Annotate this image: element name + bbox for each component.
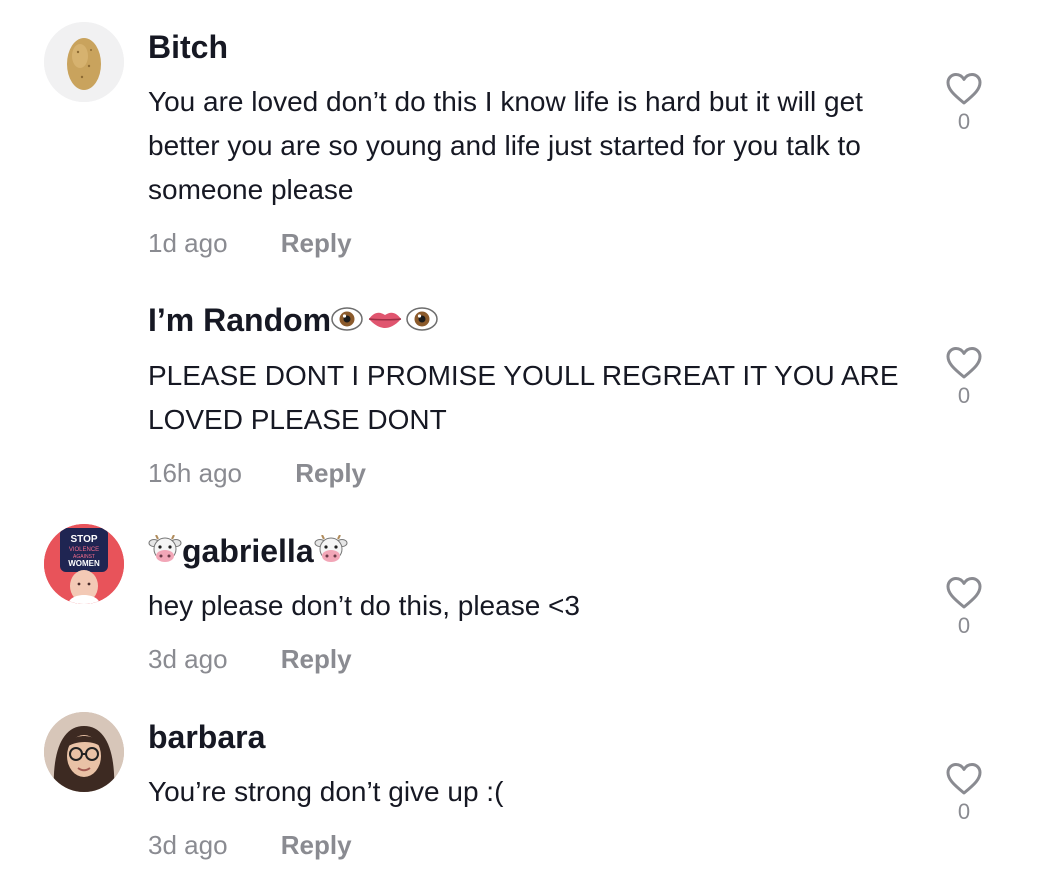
- comment-username[interactable]: barbara: [148, 717, 265, 757]
- username-text[interactable]: I’m Random: [148, 302, 331, 338]
- photo-avatar-icon: [44, 712, 124, 792]
- comment-username[interactable]: gabriella: [148, 531, 348, 574]
- heart-outline-icon[interactable]: [945, 72, 983, 106]
- username-text[interactable]: gabriella: [182, 533, 314, 569]
- reply-button[interactable]: Reply: [295, 458, 366, 488]
- potato-avatar-icon: [44, 22, 124, 102]
- comment-meta: 3d ago Reply: [148, 829, 352, 861]
- like-button[interactable]: 0: [940, 576, 988, 638]
- comment-meta: 1d ago Reply: [148, 227, 352, 259]
- stop-violence-avatar-icon: STOP VIOLENCE AGAINST WOMEN: [44, 524, 124, 604]
- avatar-text-stop: STOP: [70, 534, 97, 545]
- comment-timestamp: 3d ago: [148, 644, 228, 674]
- avatar[interactable]: [44, 22, 124, 102]
- reply-button[interactable]: Reply: [281, 644, 352, 674]
- comment-timestamp: 1d ago: [148, 228, 228, 258]
- avatar-text-women: WOMEN: [68, 559, 100, 568]
- username-text[interactable]: barbara: [148, 719, 265, 755]
- avatar[interactable]: STOP VIOLENCE AGAINST WOMEN: [44, 524, 124, 604]
- like-count: 0: [957, 109, 971, 134]
- comment-username[interactable]: I’m Random: [148, 300, 439, 343]
- comment-timestamp: 3d ago: [148, 830, 228, 860]
- comment-meta: 16h ago Reply: [148, 457, 366, 489]
- reply-button[interactable]: Reply: [281, 830, 352, 860]
- like-count: 0: [957, 799, 971, 824]
- comment-text: PLEASE DONT I PROMISE YOULL REGREAT IT Y…: [148, 360, 899, 435]
- avatar-text-violence: VIOLENCE: [69, 547, 99, 553]
- eye-lips-eye-emoji-icon: [331, 306, 438, 331]
- comment-username[interactable]: Bitch: [148, 27, 228, 67]
- like-button[interactable]: 0: [940, 346, 988, 408]
- avatar[interactable]: [44, 712, 124, 792]
- like-button[interactable]: 0: [940, 762, 988, 824]
- comment-text: You’re strong don’t give up :(: [148, 776, 504, 807]
- heart-outline-icon[interactable]: [945, 576, 983, 610]
- heart-outline-icon[interactable]: [945, 762, 983, 796]
- like-count: 0: [957, 613, 971, 638]
- username-emoji: [331, 303, 439, 343]
- reply-button[interactable]: Reply: [281, 228, 352, 258]
- comment-timestamp: 16h ago: [148, 458, 242, 488]
- cow-face-emoji-icon: [314, 534, 348, 574]
- like-button[interactable]: 0: [940, 72, 988, 134]
- comment-meta: 3d ago Reply: [148, 643, 352, 675]
- like-count: 0: [957, 383, 971, 408]
- comment-text: hey please don’t do this, please <3: [148, 590, 580, 621]
- username-text[interactable]: Bitch: [148, 29, 228, 65]
- heart-outline-icon[interactable]: [945, 346, 983, 380]
- comment-text: You are loved don’t do this I know life …: [148, 86, 863, 205]
- cow-face-emoji-icon: [148, 534, 182, 574]
